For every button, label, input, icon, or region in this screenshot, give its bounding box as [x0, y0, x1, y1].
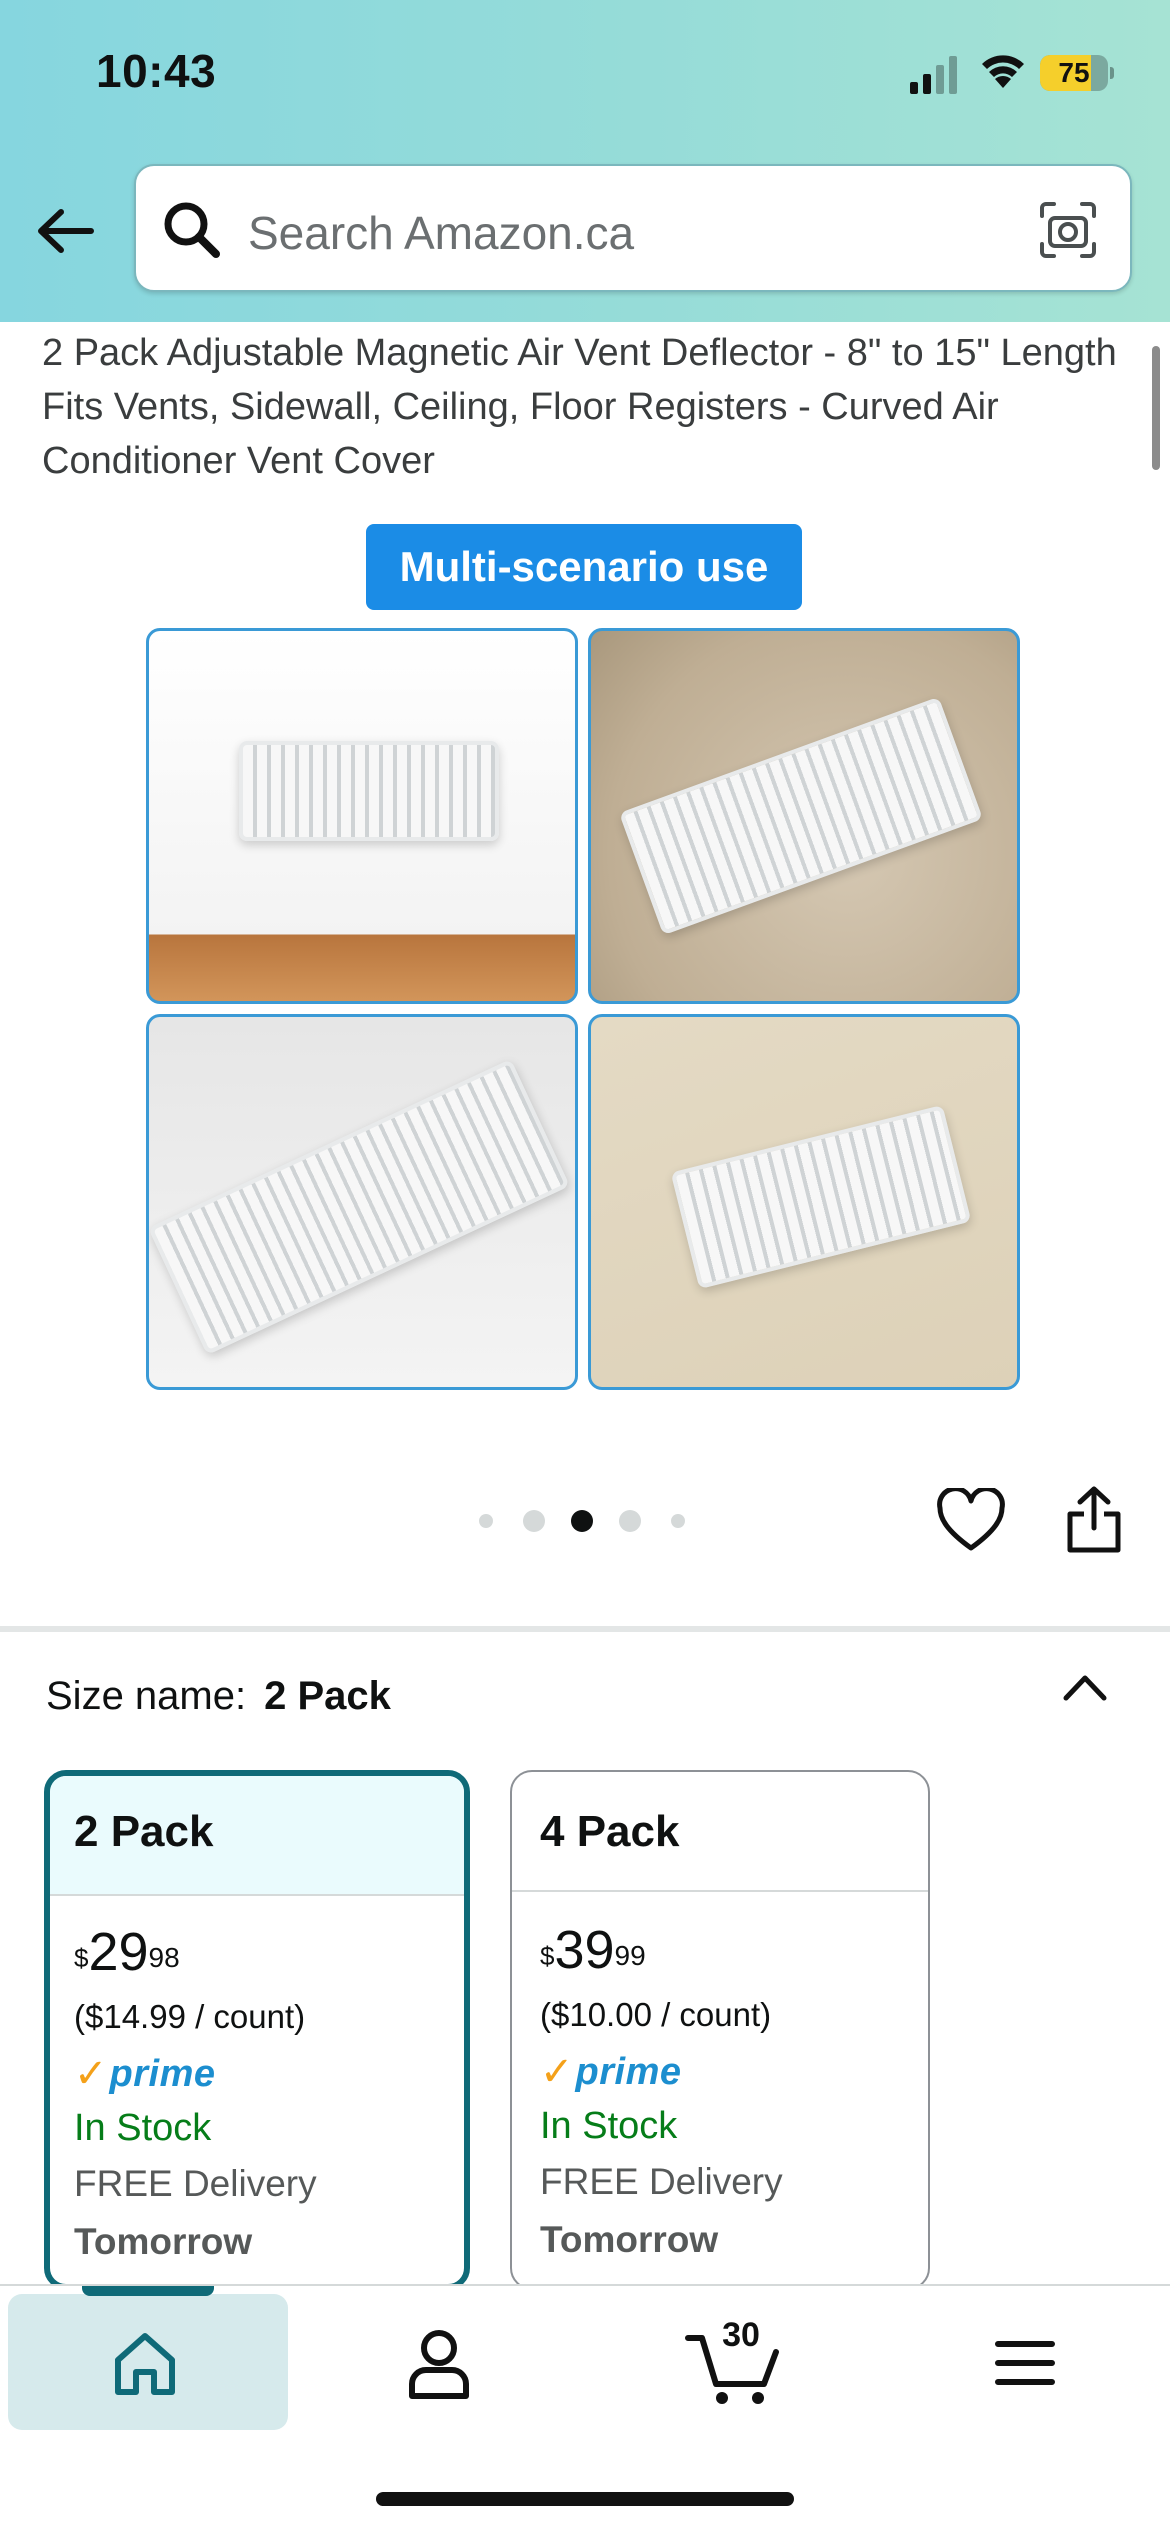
scenario-image-sidewall — [146, 1014, 578, 1390]
option-delivery: FREE Delivery — [540, 2161, 783, 2202]
home-indicator[interactable] — [376, 2492, 794, 2506]
back-arrow-icon — [38, 209, 94, 253]
menu-icon[interactable] — [980, 2318, 1070, 2408]
pagination-dot[interactable] — [671, 1514, 685, 1528]
pagination-dot[interactable] — [619, 1510, 641, 1532]
header: 10:43 75 Search Amazon.ca — [0, 0, 1170, 322]
prime-check-icon: ✓ — [74, 2052, 108, 2096]
option-name: 2 Pack — [50, 1776, 464, 1896]
pagination-dot[interactable] — [523, 1510, 545, 1532]
option-price: $3999 — [540, 1920, 646, 1980]
size-name-label: Size name: 2 Pack — [46, 1674, 391, 1719]
cart-count-badge: 30 — [722, 2316, 760, 2354]
chevron-up-icon — [1063, 1675, 1107, 1701]
nav-active-indicator — [82, 2286, 214, 2296]
prime-check-icon: ✓ — [540, 2050, 574, 2094]
scenario-image-wall — [146, 628, 578, 1004]
size-option-4-pack[interactable]: 4 Pack $3999 ($10.00 / count) ✓ prime In … — [510, 1770, 930, 2290]
battery-level: 75 — [1058, 57, 1090, 88]
option-delivery-day: Tomorrow — [74, 2221, 253, 2262]
camera-search-icon[interactable] — [1036, 198, 1100, 262]
scenario-image-floor — [588, 628, 1020, 1004]
option-per-count: ($14.99 / count) — [74, 1998, 306, 2035]
section-divider — [0, 1626, 1170, 1632]
cellular-signal-icon — [910, 56, 957, 94]
search-icon — [164, 202, 220, 258]
account-icon[interactable] — [394, 2318, 484, 2408]
image-pagination[interactable] — [476, 1506, 696, 1536]
size-option-2-pack[interactable]: 2 Pack $2998 ($14.99 / count) ✓ prime In … — [44, 1770, 470, 2290]
prime-badge: ✓ prime — [74, 2052, 216, 2096]
product-image[interactable]: Multi-scenario use — [140, 516, 1030, 1396]
option-name: 4 Pack — [512, 1772, 928, 1892]
pagination-dot[interactable] — [479, 1514, 493, 1528]
scenario-image-ceiling — [588, 1014, 1020, 1390]
home-icon[interactable] — [100, 2318, 190, 2408]
wifi-icon — [982, 55, 1024, 88]
product-title[interactable]: 2 Pack Adjustable Magnetic Air Vent Defl… — [42, 326, 1122, 488]
share-button[interactable] — [1062, 1484, 1126, 1556]
scrollbar[interactable] — [1152, 346, 1160, 470]
pagination-dot-active[interactable] — [571, 1510, 593, 1532]
collapse-button[interactable] — [1060, 1666, 1110, 1706]
battery-icon: 75 — [1040, 55, 1114, 91]
size-name-caption: Size name: — [46, 1674, 247, 1718]
favorite-button[interactable] — [936, 1486, 1006, 1554]
size-name-selected: 2 Pack — [264, 1674, 391, 1718]
option-stock: In Stock — [540, 2105, 678, 2147]
search-input[interactable]: Search Amazon.ca — [134, 164, 1132, 292]
heart-icon — [937, 1486, 1005, 1551]
option-per-count: ($10.00 / count) — [540, 1996, 772, 2033]
option-stock: In Stock — [74, 2107, 212, 2149]
search-placeholder: Search Amazon.ca — [248, 207, 635, 259]
back-button[interactable] — [30, 196, 100, 266]
option-price: $2998 — [74, 1922, 180, 1982]
share-icon — [1067, 1486, 1121, 1553]
option-delivery-day: Tomorrow — [540, 2219, 719, 2260]
image-badge: Multi-scenario use — [366, 524, 802, 610]
option-delivery: FREE Delivery — [74, 2163, 317, 2204]
bottom-nav: 30 — [0, 2284, 1170, 2532]
status-time: 10:43 — [96, 45, 217, 97]
prime-badge: ✓ prime — [540, 2050, 682, 2094]
